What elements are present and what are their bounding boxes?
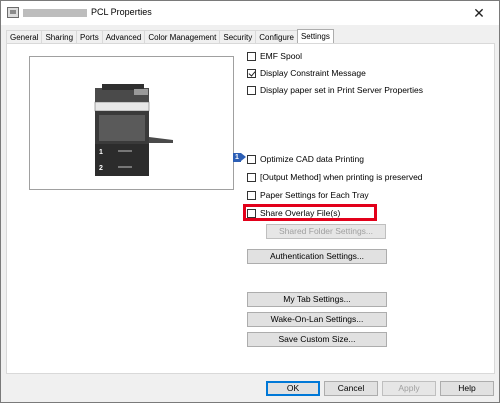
printer-illustration: 1 2	[94, 84, 173, 176]
paper-settings-checkbox[interactable]	[247, 190, 256, 200]
number-badge-icon: 1	[233, 153, 241, 162]
output-method-option[interactable]: [Output Method] when printing is preserv…	[247, 172, 423, 182]
display-constraint-option[interactable]: Display Constraint Message	[247, 68, 366, 78]
emf-spool-checkbox[interactable]	[247, 51, 256, 61]
help-button[interactable]: Help	[440, 381, 494, 396]
cancel-button[interactable]: Cancel	[324, 381, 378, 396]
title-bar: PCL Properties ✕	[1, 1, 499, 25]
authentication-settings-button[interactable]: Authentication Settings...	[247, 249, 387, 264]
save-custom-size-button[interactable]: Save Custom Size...	[247, 332, 387, 347]
tray-2-label: 2	[99, 165, 103, 172]
tab-settings[interactable]: Settings	[296, 29, 334, 44]
tab-ports[interactable]: Ports	[76, 30, 103, 44]
tab-security[interactable]: Security	[219, 30, 257, 44]
window-title: PCL Properties	[91, 7, 152, 17]
paper-settings-option[interactable]: Paper Settings for Each Tray	[247, 190, 369, 200]
optimize-cad-label: Optimize CAD data Printing	[260, 154, 364, 164]
tab-sharing[interactable]: Sharing	[41, 30, 78, 44]
pcl-properties-window: PCL Properties ✕ General Sharing Ports A…	[0, 0, 500, 403]
ok-button[interactable]: OK	[266, 381, 320, 396]
printer-preview: 1 2	[29, 56, 234, 190]
emf-spool-label: EMF Spool	[260, 51, 303, 61]
close-icon[interactable]: ✕	[465, 4, 493, 22]
printer-icon	[7, 7, 19, 18]
display-constraint-label: Display Constraint Message	[260, 68, 366, 78]
shared-folder-settings-button[interactable]: Shared Folder Settings...	[266, 224, 386, 239]
tray-1-label: 1	[99, 149, 103, 156]
display-paper-set-option[interactable]: Display paper set in Print Server Proper…	[247, 85, 423, 95]
apply-button[interactable]: Apply	[382, 381, 436, 396]
tab-configure[interactable]: Configure	[255, 30, 298, 44]
tab-strip: General Sharing Ports Advanced Color Man…	[6, 29, 334, 44]
output-method-checkbox[interactable]	[247, 172, 256, 182]
display-paper-set-label: Display paper set in Print Server Proper…	[260, 85, 423, 95]
share-overlay-highlight	[243, 204, 377, 221]
paper-settings-label: Paper Settings for Each Tray	[260, 190, 369, 200]
badge-arrow-icon	[241, 153, 246, 161]
settings-page: 1 2 EMF Spool Display Constraint Message…	[6, 43, 495, 374]
emf-spool-option[interactable]: EMF Spool	[247, 51, 302, 61]
optimize-cad-checkbox[interactable]	[247, 154, 256, 164]
my-tab-settings-button[interactable]: My Tab Settings...	[247, 292, 387, 307]
output-method-label: [Output Method] when printing is preserv…	[260, 172, 423, 182]
tab-color-management[interactable]: Color Management	[144, 30, 221, 44]
redacted-printer-name	[23, 9, 87, 17]
display-constraint-checkbox[interactable]	[247, 68, 256, 78]
tab-advanced[interactable]: Advanced	[101, 30, 146, 44]
tab-general[interactable]: General	[6, 30, 43, 44]
wake-on-lan-settings-button[interactable]: Wake-On-Lan Settings...	[247, 312, 387, 327]
display-paper-set-checkbox[interactable]	[247, 85, 256, 95]
optimize-cad-option[interactable]: Optimize CAD data Printing	[247, 154, 364, 164]
